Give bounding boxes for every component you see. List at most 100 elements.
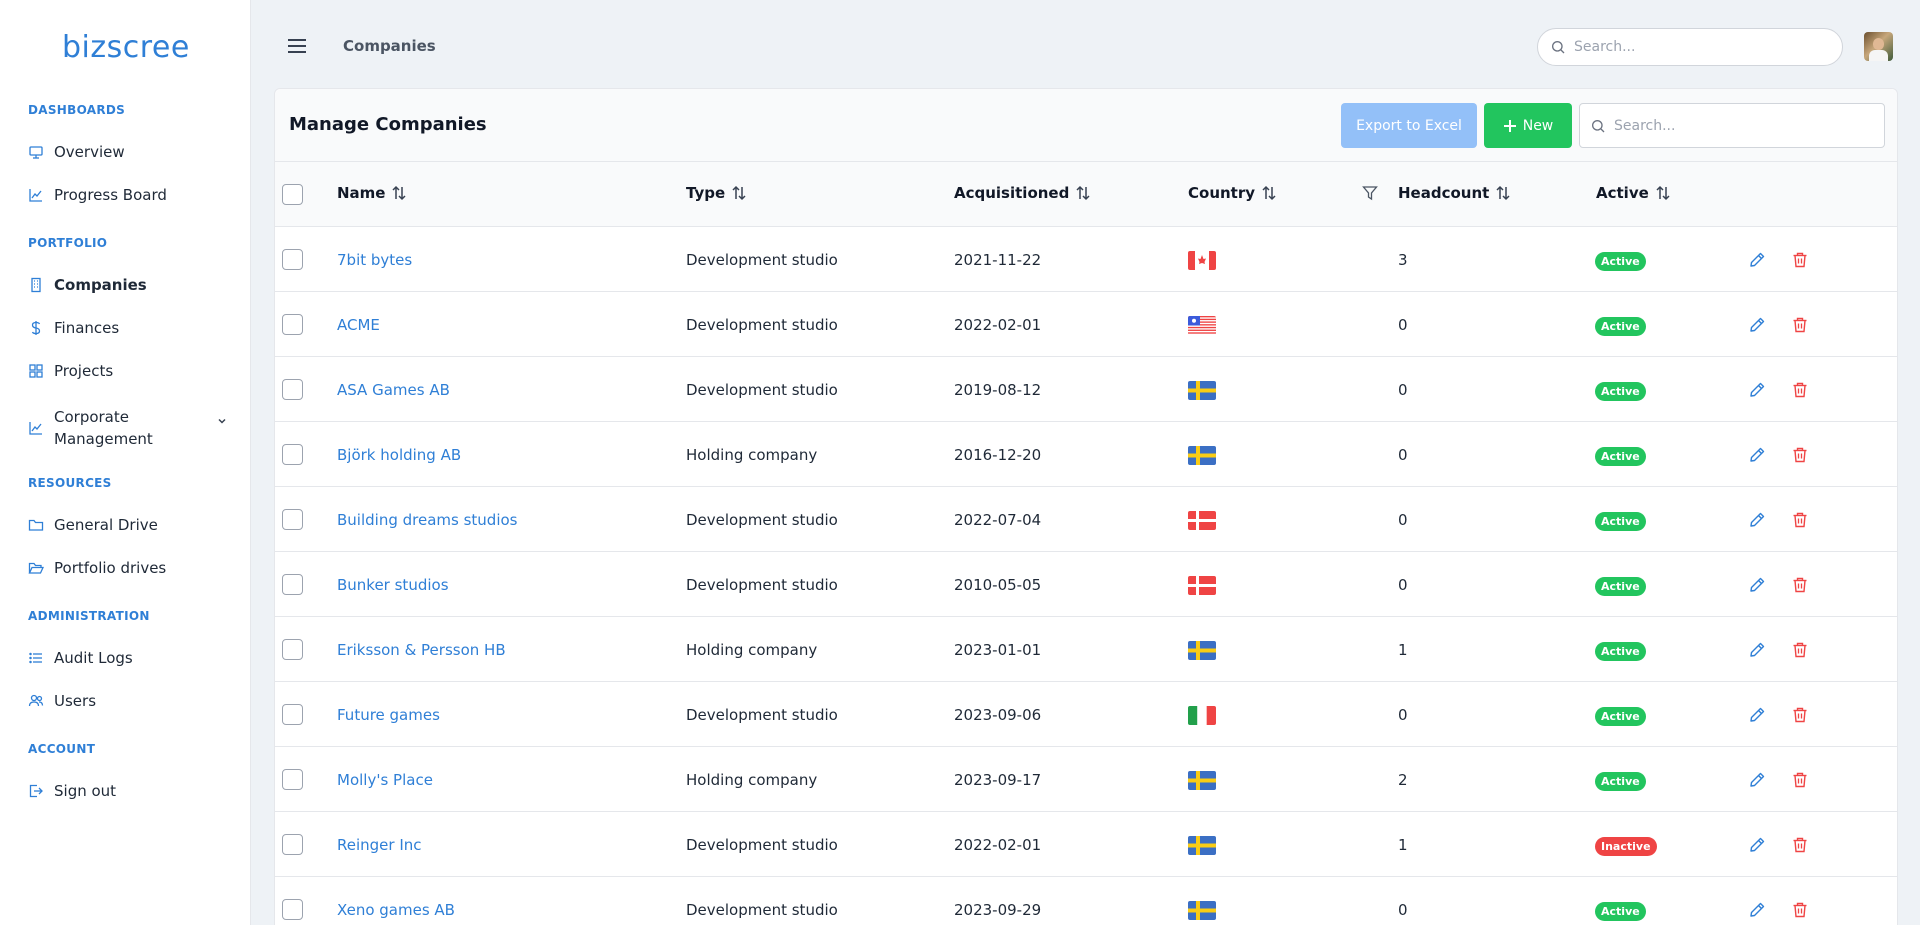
global-search-input[interactable] [1574, 39, 1814, 55]
table-search[interactable] [1579, 103, 1885, 148]
trash-icon[interactable] [1791, 576, 1809, 594]
sign-out-icon [28, 783, 44, 799]
column-header-country[interactable]: Country [1188, 184, 1277, 202]
edit-icon[interactable] [1748, 641, 1766, 659]
company-name-link[interactable]: Xeno games AB [337, 901, 455, 919]
denmark-flag-icon [1188, 511, 1216, 530]
sidebar-item-portfolio-drives[interactable]: Portfolio drives [28, 559, 228, 577]
filter-icon[interactable] [1362, 185, 1378, 201]
company-name-link[interactable]: Reinger Inc [337, 836, 422, 854]
company-name-link[interactable]: Eriksson & Persson HB [337, 641, 506, 659]
table-search-input[interactable] [1614, 117, 1854, 134]
row-checkbox[interactable] [282, 834, 303, 855]
trash-icon[interactable] [1791, 771, 1809, 789]
row-checkbox[interactable] [282, 249, 303, 270]
trash-icon[interactable] [1791, 901, 1809, 919]
row-checkbox[interactable] [282, 704, 303, 725]
column-header-active[interactable]: Active [1596, 184, 1671, 202]
headcount-value: 1 [1398, 641, 1408, 659]
column-header-type[interactable]: Type [686, 184, 747, 202]
sidebar-item-users[interactable]: Users [28, 692, 228, 710]
company-name-link[interactable]: 7bit bytes [337, 251, 412, 269]
company-name-link[interactable]: Future games [337, 706, 440, 724]
export-excel-button[interactable]: Export to Excel [1341, 103, 1477, 148]
avatar[interactable] [1864, 32, 1893, 61]
company-type: Development studio [686, 901, 838, 919]
trash-icon[interactable] [1791, 446, 1809, 464]
company-type: Development studio [686, 511, 838, 529]
sidebar-item-corporate-management[interactable]: Corporate Management [28, 406, 228, 450]
sidebar-item-label: Overview [54, 143, 125, 161]
trash-icon[interactable] [1791, 316, 1809, 334]
company-name-link[interactable]: Molly's Place [337, 771, 433, 789]
company-name-link[interactable]: Björk holding AB [337, 446, 461, 464]
chevron-down-icon[interactable] [216, 415, 228, 427]
select-all-checkbox[interactable] [282, 184, 303, 205]
column-label: Active [1596, 184, 1649, 202]
sort-icon [1656, 185, 1670, 201]
company-name-link[interactable]: ASA Games AB [337, 381, 450, 399]
company-name-link[interactable]: Bunker studios [337, 576, 449, 594]
menu-toggle-button[interactable] [288, 38, 308, 54]
edit-icon[interactable] [1748, 706, 1766, 724]
company-type: Development studio [686, 316, 838, 334]
table-row: Future games Development studio 2023-09-06… [275, 682, 1897, 747]
sidebar-item-general-drive[interactable]: General Drive [28, 516, 228, 534]
column-header-acquisitioned[interactable]: Acquisitioned [954, 184, 1091, 202]
column-header-name[interactable]: Name [337, 184, 407, 202]
row-checkbox[interactable] [282, 769, 303, 790]
row-checkbox[interactable] [282, 899, 303, 920]
sidebar-item-label: Projects [54, 362, 114, 380]
row-checkbox[interactable] [282, 379, 303, 400]
sort-icon [1262, 185, 1276, 201]
country-flag [1188, 641, 1216, 660]
column-header-headcount[interactable]: Headcount [1398, 184, 1511, 202]
dollar-icon [31, 321, 41, 335]
edit-icon[interactable] [1748, 251, 1766, 269]
edit-icon[interactable] [1748, 771, 1766, 789]
country-flag [1188, 251, 1216, 270]
row-checkbox[interactable] [282, 574, 303, 595]
global-search[interactable] [1537, 28, 1843, 66]
trash-icon[interactable] [1791, 381, 1809, 399]
edit-icon[interactable] [1748, 511, 1766, 529]
sweden-flag-icon [1188, 771, 1216, 790]
edit-icon[interactable] [1748, 836, 1766, 854]
row-checkbox[interactable] [282, 509, 303, 530]
country-flag [1188, 381, 1216, 400]
row-checkbox[interactable] [282, 314, 303, 335]
trash-icon[interactable] [1791, 251, 1809, 269]
trash-icon[interactable] [1791, 836, 1809, 854]
edit-icon[interactable] [1748, 381, 1766, 399]
row-checkbox[interactable] [282, 639, 303, 660]
sidebar-item-projects[interactable]: Projects [28, 362, 228, 380]
sidebar-item-label: Finances [54, 319, 120, 337]
trash-icon[interactable] [1791, 511, 1809, 529]
new-company-button[interactable]: New [1484, 103, 1572, 148]
edit-icon[interactable] [1748, 446, 1766, 464]
edit-icon[interactable] [1748, 576, 1766, 594]
row-checkbox[interactable] [282, 444, 303, 465]
sidebar-item-overview[interactable]: Overview [28, 143, 228, 161]
country-flag [1188, 836, 1216, 855]
trash-icon[interactable] [1791, 641, 1809, 659]
status-badge: Active [1595, 382, 1646, 401]
company-name-link[interactable]: Building dreams studios [337, 511, 517, 529]
company-name-link[interactable]: ACME [337, 316, 380, 334]
sidebar-item-companies[interactable]: Companies [28, 276, 228, 294]
sidebar-item-sign-out[interactable]: Sign out [28, 782, 228, 800]
search-icon [1552, 41, 1565, 54]
search-icon [1592, 119, 1605, 132]
country-flag [1188, 446, 1216, 465]
edit-icon[interactable] [1748, 316, 1766, 334]
company-type: Development studio [686, 576, 838, 594]
sidebar-item-progress-board[interactable]: Progress Board [28, 186, 228, 204]
table-row: Building dreams studios Development studi… [275, 487, 1897, 552]
headcount-value: 0 [1398, 316, 1408, 334]
trash-icon[interactable] [1791, 706, 1809, 724]
sidebar-item-finances[interactable]: Finances [28, 319, 228, 337]
sidebar-item-audit-logs[interactable]: Audit Logs [28, 649, 228, 667]
page-title: Companies [343, 37, 436, 55]
edit-icon[interactable] [1748, 901, 1766, 919]
company-type: Development studio [686, 381, 838, 399]
